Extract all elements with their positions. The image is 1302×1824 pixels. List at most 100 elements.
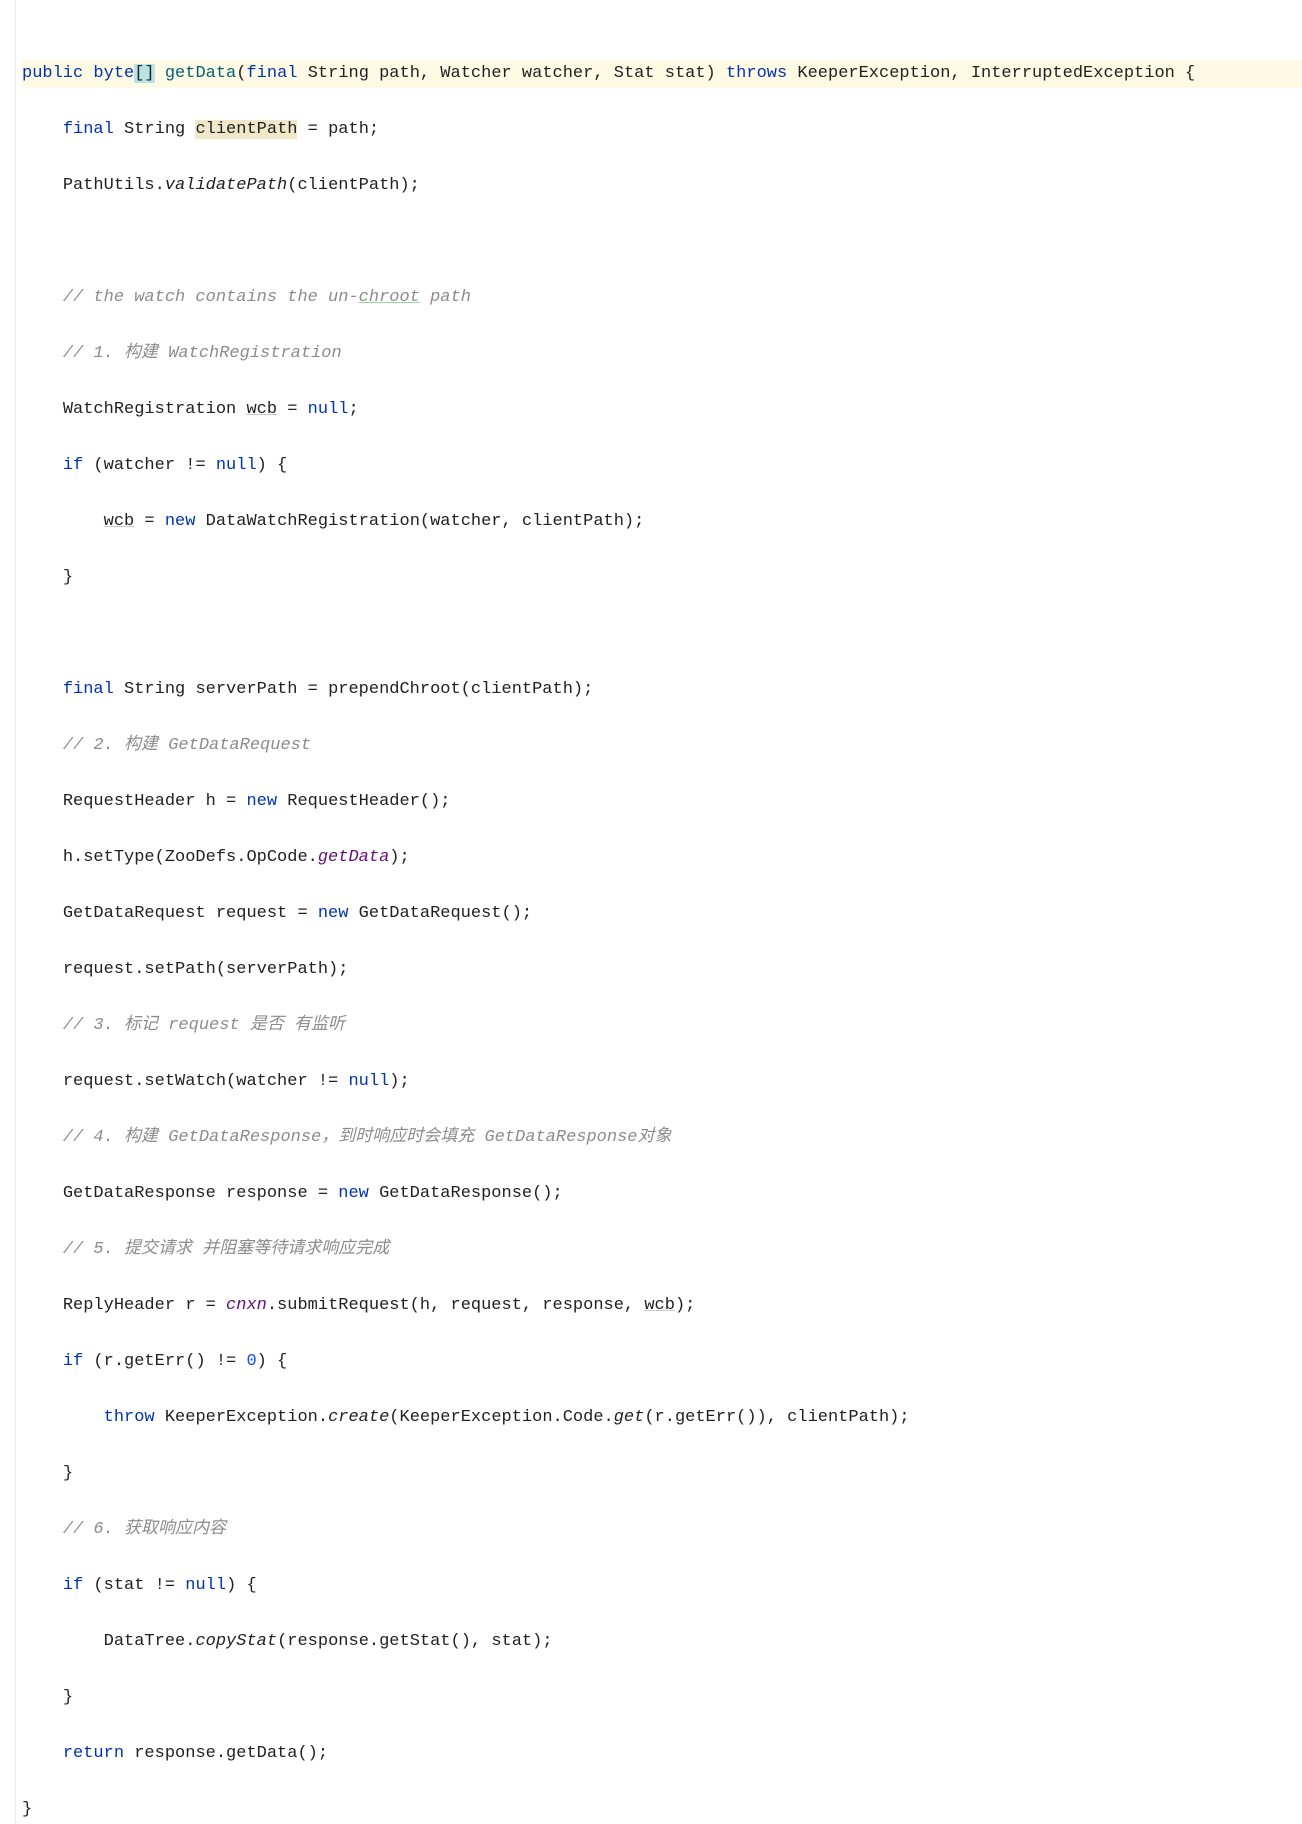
rest: ) { bbox=[257, 456, 288, 475]
rest: RequestHeader(); bbox=[277, 792, 450, 811]
method-get: get bbox=[614, 1408, 645, 1427]
keyword-final: final bbox=[63, 680, 114, 699]
comment: // 1. 构建 WatchRegistration bbox=[63, 344, 342, 363]
keyword-null: null bbox=[216, 456, 257, 475]
code-block: public byte[] getData(final String path,… bbox=[0, 0, 1302, 1824]
code-line: if (r.getErr() != 0) { bbox=[22, 1348, 1302, 1376]
code-line: return response.getData(); bbox=[22, 1740, 1302, 1768]
pathutils: PathUtils. bbox=[63, 176, 165, 195]
pre: request.setWatch(watcher != bbox=[63, 1072, 349, 1091]
params: String path, Watcher watcher, Stat stat) bbox=[308, 64, 716, 83]
setPath: request.setPath(serverPath); bbox=[63, 960, 349, 979]
semi: ; bbox=[348, 400, 358, 419]
serverPath: String serverPath = prependChroot(client… bbox=[124, 680, 593, 699]
method-copyStat: copyStat bbox=[195, 1632, 277, 1651]
code-line: PathUtils.validatePath(clientPath); bbox=[22, 172, 1302, 200]
cond: (watcher != bbox=[93, 456, 215, 475]
rest: ) { bbox=[257, 1352, 288, 1371]
code-line: final String clientPath = path; bbox=[22, 116, 1302, 144]
highlight-clientPath: clientPath bbox=[195, 120, 297, 139]
pre: h.setType(ZooDefs.OpCode. bbox=[63, 848, 318, 867]
return-expr: response.getData(); bbox=[124, 1744, 328, 1763]
code-line: throw KeeperException.create(KeeperExcep… bbox=[22, 1404, 1302, 1432]
keyword-if: if bbox=[63, 1576, 83, 1595]
var-wcb: wcb bbox=[104, 512, 135, 531]
keyword-new: new bbox=[246, 792, 277, 811]
code-line: // 1. 构建 WatchRegistration bbox=[22, 340, 1302, 368]
code-line: WatchRegistration wcb = null; bbox=[22, 396, 1302, 424]
validatePath: validatePath bbox=[165, 176, 287, 195]
code-line: // 6. 获取响应内容 bbox=[22, 1516, 1302, 1544]
code-line: public byte[] getData(final String path,… bbox=[22, 60, 1302, 88]
pre: ReplyHeader r = bbox=[63, 1296, 226, 1315]
rest: ); bbox=[389, 1072, 409, 1091]
keyword-new: new bbox=[338, 1184, 369, 1203]
pre: KeeperException. bbox=[155, 1408, 328, 1427]
pre: GetDataRequest request = bbox=[63, 904, 318, 923]
comment: // 3. 标记 request 是否 有监听 bbox=[63, 1016, 345, 1035]
rest: ) { bbox=[226, 1576, 257, 1595]
method-getData: getData bbox=[165, 64, 236, 83]
code-line: // the watch contains the un-chroot path bbox=[22, 284, 1302, 312]
rest: (response.getStat(), stat); bbox=[277, 1632, 552, 1651]
code-line: } bbox=[22, 1460, 1302, 1488]
code-line: h.setType(ZooDefs.OpCode.getData); bbox=[22, 844, 1302, 872]
code-line: GetDataRequest request = new GetDataRequ… bbox=[22, 900, 1302, 928]
code-line bbox=[22, 620, 1302, 648]
field-getData: getData bbox=[318, 848, 389, 867]
keyword-return: return bbox=[63, 1744, 124, 1763]
rest: = path; bbox=[297, 120, 379, 139]
pre: RequestHeader h = bbox=[63, 792, 247, 811]
pre: (r.getErr() != bbox=[93, 1352, 246, 1371]
keyword-null: null bbox=[308, 400, 349, 419]
keyword-throws: throws bbox=[726, 64, 787, 83]
method-create: create bbox=[328, 1408, 389, 1427]
code-line: if (stat != null) { bbox=[22, 1572, 1302, 1600]
brace: } bbox=[63, 568, 73, 587]
highlight-brackets: [] bbox=[134, 64, 154, 83]
keyword-final: final bbox=[63, 120, 114, 139]
eq: = bbox=[277, 400, 308, 419]
field-cnxn: cnxn bbox=[226, 1296, 267, 1315]
code-line: // 2. 构建 GetDataRequest bbox=[22, 732, 1302, 760]
pre: DataTree. bbox=[104, 1632, 196, 1651]
code-line: GetDataResponse response = new GetDataRe… bbox=[22, 1180, 1302, 1208]
rest: DataWatchRegistration(watcher, clientPat… bbox=[195, 512, 644, 531]
brace: } bbox=[22, 1800, 32, 1819]
rest: ); bbox=[389, 848, 409, 867]
code-line: if (watcher != null) { bbox=[22, 452, 1302, 480]
code-line bbox=[22, 228, 1302, 256]
keyword-if: if bbox=[63, 456, 83, 475]
code-line: // 4. 构建 GetDataResponse，到时响应时会填充 GetDat… bbox=[22, 1124, 1302, 1152]
brace: } bbox=[63, 1688, 73, 1707]
comment: // 2. 构建 GetDataRequest bbox=[63, 736, 311, 755]
mid: (KeeperException.Code. bbox=[389, 1408, 613, 1427]
keyword-byte: byte bbox=[93, 64, 134, 83]
keyword-new: new bbox=[165, 512, 196, 531]
code-line: request.setWatch(watcher != null); bbox=[22, 1068, 1302, 1096]
rest: GetDataResponse(); bbox=[369, 1184, 563, 1203]
gutter-border bbox=[15, 0, 16, 1824]
exceptions: KeeperException, InterruptedException { bbox=[797, 64, 1195, 83]
code-line: // 3. 标记 request 是否 有监听 bbox=[22, 1012, 1302, 1040]
code-line: // 5. 提交请求 并阻塞等待请求响应完成 bbox=[22, 1236, 1302, 1264]
pre: (stat != bbox=[93, 1576, 185, 1595]
keyword-if: if bbox=[63, 1352, 83, 1371]
keyword-throw: throw bbox=[104, 1408, 155, 1427]
code-line: } bbox=[22, 1684, 1302, 1712]
keyword-new: new bbox=[318, 904, 349, 923]
rest: ); bbox=[675, 1296, 695, 1315]
keyword-final: final bbox=[246, 64, 297, 83]
var-wcb: wcb bbox=[246, 400, 277, 419]
comment: // 5. 提交请求 并阻塞等待请求响应完成 bbox=[63, 1240, 389, 1259]
code-line: } bbox=[22, 564, 1302, 592]
code-line: } bbox=[22, 1796, 1302, 1824]
code-line: final String serverPath = prependChroot(… bbox=[22, 676, 1302, 704]
rest: GetDataRequest(); bbox=[348, 904, 532, 923]
keyword-null: null bbox=[348, 1072, 389, 1091]
number: 0 bbox=[246, 1352, 256, 1371]
comment: // the watch contains the un-chroot path bbox=[63, 288, 471, 307]
code-line: ReplyHeader r = cnxn.submitRequest(h, re… bbox=[22, 1292, 1302, 1320]
comment: // 4. 构建 GetDataResponse，到时响应时会填充 GetDat… bbox=[63, 1128, 672, 1147]
eq: = bbox=[134, 512, 165, 531]
